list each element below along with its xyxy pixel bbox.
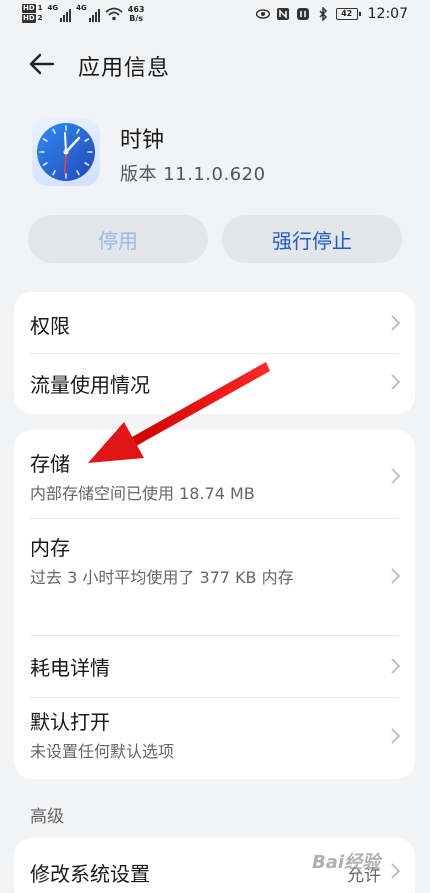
bluetooth-icon (319, 7, 327, 21)
open-by-default-subtitle: 未设置任何默认选项 (30, 742, 175, 761)
hd-badge-2: HD 2 (22, 14, 43, 23)
data-usage-label: 流量使用情况 (30, 373, 150, 397)
storage-row[interactable]: 存储 内部存储空间已使用 18.74 MB (14, 430, 415, 518)
chevron-right-icon (391, 568, 401, 584)
data-usage-row[interactable]: 流量使用情况 (14, 354, 415, 414)
back-button[interactable] (26, 50, 56, 78)
wifi-icon (105, 7, 123, 20)
status-time: 12:07 (367, 6, 408, 22)
sim-indicators: HD 1 HD 2 (22, 4, 43, 23)
battery-usage-label: 耗电详情 (30, 656, 110, 680)
chevron-right-icon (391, 863, 401, 879)
advanced-section-label: 高级 (30, 807, 64, 827)
app-name: 时钟 (120, 128, 165, 153)
permissions-label: 权限 (30, 314, 70, 338)
nfc-icon (276, 8, 289, 20)
sig2-network-label: 4G (76, 4, 87, 12)
memory-row[interactable]: 内存 过去 3 小时平均使用了 377 KB 内存 (14, 519, 415, 635)
memory-label: 内存 (30, 536, 70, 560)
app-version: 版本 11.1.0.620 (120, 164, 266, 185)
chevron-right-icon (391, 374, 401, 390)
storage-subtitle: 内部存储空间已使用 18.74 MB (30, 484, 255, 503)
modify-system-settings-label: 修改系统设置 (30, 862, 150, 886)
permissions-card: 权限 流量使用情况 (14, 292, 415, 414)
eye-icon (255, 9, 270, 19)
app-bar: 应用信息 (0, 40, 430, 88)
chevron-right-icon (391, 315, 401, 331)
storage-label: 存储 (30, 452, 70, 476)
disable-button[interactable]: 停用 (28, 215, 208, 263)
force-stop-button[interactable]: 强行停止 (222, 215, 402, 263)
silent-icon (296, 8, 309, 20)
open-by-default-label: 默认打开 (30, 710, 110, 734)
status-left: HD 1 HD 2 4G 4G 463 B/s (22, 4, 145, 23)
battery-icon: 42 (335, 8, 361, 20)
open-by-default-row[interactable]: 默认打开 未设置任何默认选项 (14, 698, 415, 779)
chevron-right-icon (391, 468, 401, 484)
net-speed: 463 B/s (127, 4, 145, 23)
status-bar: HD 1 HD 2 4G 4G 463 B/s 42 12:07 (0, 0, 430, 32)
clock-app-icon (32, 118, 100, 186)
hd-badge-1: HD 1 (22, 4, 43, 13)
back-arrow-icon (29, 53, 55, 75)
battery-usage-row[interactable]: 耗电详情 (14, 636, 415, 697)
clock-icon (37, 123, 95, 181)
memory-subtitle: 过去 3 小时平均使用了 377 KB 内存 (30, 568, 294, 587)
signal-icon-2 (88, 6, 100, 22)
watermark-logo: Bai经验 (312, 852, 381, 873)
sig1-network-label: 4G (47, 4, 59, 12)
chevron-right-icon (391, 728, 401, 744)
status-right: 42 12:07 (255, 6, 408, 22)
signal-icon (60, 6, 72, 22)
resources-card: 存储 内部存储空间已使用 18.74 MB 内存 过去 3 小时平均使用了 37… (14, 430, 415, 779)
page-title: 应用信息 (78, 56, 171, 81)
permissions-row[interactable]: 权限 (14, 292, 415, 353)
chevron-right-icon (391, 658, 401, 674)
